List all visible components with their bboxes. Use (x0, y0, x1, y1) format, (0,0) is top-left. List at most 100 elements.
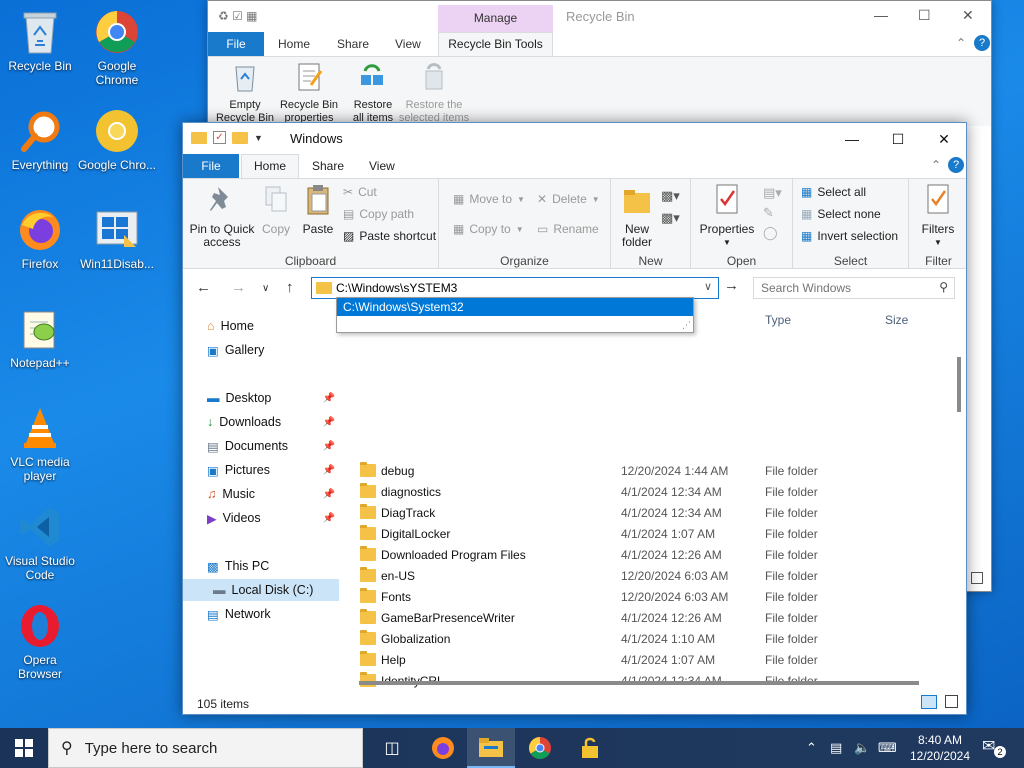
volume-muted-icon[interactable]: 🔈 (854, 740, 870, 756)
close-icon[interactable]: ✕ (962, 7, 974, 24)
move-to-button[interactable]: ▦ Move to ▼ (453, 189, 525, 209)
search-box[interactable]: ⚲ (753, 277, 955, 299)
desktop-icon-win11disab[interactable]: Win11Disab... (77, 206, 157, 271)
manage-context-tab[interactable]: Manage (438, 5, 553, 32)
resize-grip-icon[interactable]: ⋰ (682, 320, 691, 331)
recycle-bin-properties-button[interactable]: Recycle Bin properties (276, 61, 342, 125)
go-arrow-icon[interactable]: → (724, 277, 739, 294)
vertical-scrollbar[interactable] (957, 357, 961, 412)
tab-home[interactable]: Home (241, 154, 300, 179)
pin-icon[interactable]: 📌 (323, 441, 335, 452)
pin-to-quick-access-button[interactable]: Pin to Quick access (187, 183, 257, 249)
copy-to-button[interactable]: ▦ Copy to ▼ (453, 219, 524, 239)
column-header-type[interactable]: Type (765, 313, 791, 327)
tab-recycle-bin-tools[interactable]: Recycle Bin Tools (438, 32, 553, 57)
help-icon[interactable]: ? (948, 157, 964, 173)
copy-path-button[interactable]: ▤ Copy path (343, 204, 414, 224)
filters-button[interactable]: Filters ▼ (915, 183, 961, 249)
recent-locations-icon[interactable]: ∨ (262, 283, 269, 294)
new-item-icons[interactable]: ▩▾ ▩▾ (661, 185, 680, 229)
keyboard-layout-icon[interactable]: ⌨ (878, 740, 897, 756)
delete-button[interactable]: ✕ Delete ▼ (537, 189, 600, 209)
maximize-icon[interactable]: ☐ (918, 7, 931, 24)
rename-button[interactable]: ▭ Rename (537, 219, 599, 239)
table-row[interactable]: Downloaded Program Files 4/1/2024 12:26 A… (360, 544, 950, 565)
task-view-button[interactable]: ◫ (368, 728, 416, 768)
explorer-window[interactable]: ✓ ▼ Windows — ☐ ✕ File Home Share View ⌃… (182, 122, 967, 715)
nav-item-pictures[interactable]: ▣ Pictures 📌 (183, 459, 339, 481)
table-row[interactable]: diagnostics 4/1/2024 12:34 AM File folder (360, 481, 950, 502)
desktop-icon-firefox[interactable]: Firefox (0, 206, 80, 271)
address-dropdown-icon[interactable]: ∨ (704, 280, 712, 293)
tab-view[interactable]: View (395, 37, 421, 51)
nav-item-documents[interactable]: ▤ Documents 📌 (183, 435, 339, 457)
taskbar-app-lock[interactable] (566, 728, 614, 768)
restore-all-items-button[interactable]: Restore all items (348, 61, 398, 125)
properties-qat-icon[interactable]: ✓ (213, 131, 226, 144)
nav-item-videos[interactable]: ▶ Videos 📌 (183, 507, 339, 529)
tab-share[interactable]: Share (337, 37, 369, 51)
paste-shortcut-button[interactable]: ▨ Paste shortcut (343, 226, 436, 246)
pin-icon[interactable]: 📌 (323, 489, 335, 500)
empty-recycle-bin-button[interactable]: Empty Recycle Bin (214, 61, 276, 125)
address-autocomplete[interactable]: C:\Windows\System32 ⋰ (336, 297, 694, 333)
details-view-icon[interactable] (921, 695, 937, 709)
restore-selected-items-button[interactable]: Restore the selected items (398, 61, 470, 125)
taskbar-chrome[interactable] (516, 728, 564, 768)
maximize-icon[interactable]: ☐ (875, 127, 921, 151)
minimize-icon[interactable]: — (874, 7, 888, 23)
desktop-icon-opera[interactable]: Opera Browser (0, 602, 80, 681)
nav-item-local-disk[interactable]: ▬ Local Disk (C:) (183, 579, 339, 601)
explorer-titlebar[interactable]: ✓ ▼ Windows — ☐ ✕ (183, 123, 966, 154)
notifications-button[interactable]: ✉ 2 (982, 736, 1008, 760)
desktop-icon-notepadpp[interactable]: Notepad++ (0, 305, 80, 370)
select-all-button[interactable]: ▦ Select all (801, 182, 866, 202)
clock[interactable]: 8:40 AM 12/20/2024 (902, 732, 978, 764)
properties-button[interactable]: Properties ▼ (697, 183, 757, 249)
autocomplete-item[interactable]: C:\Windows\System32 (337, 298, 693, 316)
table-row[interactable]: Globalization 4/1/2024 1:10 AM File folder (360, 628, 950, 649)
table-row[interactable]: debug 12/20/2024 1:44 AM File folder (360, 460, 950, 481)
collapse-ribbon-icon[interactable]: ⌃ (956, 36, 966, 50)
desktop-icon-vscode[interactable]: Visual Studio Code (0, 503, 80, 582)
table-row[interactable]: GameBarPresenceWriter 4/1/2024 12:26 AM Fi… (360, 607, 950, 628)
nav-item-home[interactable]: ⌂ Home (183, 315, 339, 337)
copy-button[interactable]: Copy (257, 183, 295, 236)
desktop-icon-everything[interactable]: Everything (0, 107, 80, 172)
desktop-icon-vlc[interactable]: VLC media player (0, 404, 80, 483)
horizontal-scrollbar[interactable] (359, 681, 919, 685)
show-hidden-icons-chevron-icon[interactable]: ⌃ (806, 740, 817, 756)
nav-item-this-pc[interactable]: ▩ This PC (183, 555, 339, 577)
collapse-ribbon-icon[interactable]: ⌃ (931, 158, 941, 172)
taskbar-search[interactable]: ⚲ Type here to search (48, 728, 363, 768)
open-edit-history-icons[interactable]: ▤▾ ✎ ◯ (763, 183, 782, 243)
desktop-icon-chrome[interactable]: Google Chrome (77, 8, 157, 87)
taskbar-firefox[interactable] (419, 728, 467, 768)
recycle-bin-titlebar[interactable]: ♻ ☑ ▦ Manage Recycle Bin — ☐ ✕ (208, 1, 991, 32)
nav-item-downloads[interactable]: ↓ Downloads 📌 (183, 411, 339, 433)
table-row[interactable]: en-US 12/20/2024 6:03 AM File folder (360, 565, 950, 586)
new-folder-qat-icon[interactable] (232, 131, 248, 144)
desktop-icon-recycle-bin[interactable]: Recycle Bin (0, 8, 80, 73)
table-row[interactable]: Fonts 12/20/2024 6:03 AM File folder (360, 586, 950, 607)
nav-item-network[interactable]: ▤ Network (183, 603, 339, 625)
minimize-icon[interactable]: — (829, 127, 875, 151)
pin-icon[interactable]: 📌 (323, 465, 335, 476)
forward-arrow-icon[interactable]: → (231, 279, 246, 296)
address-input[interactable] (336, 279, 696, 297)
column-header-size[interactable]: Size (885, 313, 908, 327)
help-icon[interactable]: ? (974, 35, 990, 51)
desktop-icon-chrome-2[interactable]: Google Chro... (77, 107, 157, 172)
new-folder-button[interactable]: New folder (615, 183, 659, 249)
table-row[interactable]: DiagTrack 4/1/2024 12:34 AM File folder (360, 502, 950, 523)
search-input[interactable] (761, 279, 931, 297)
tab-file[interactable]: File (208, 32, 264, 56)
select-none-button[interactable]: ▦ Select none (801, 204, 881, 224)
tab-share[interactable]: Share (312, 159, 344, 173)
pin-icon[interactable]: 📌 (323, 513, 335, 524)
close-icon[interactable]: ✕ (921, 127, 966, 151)
table-row[interactable]: Help 4/1/2024 1:07 AM File folder (360, 649, 950, 670)
back-arrow-icon[interactable]: ← (196, 279, 211, 296)
nav-item-gallery[interactable]: ▣ Gallery (183, 339, 339, 361)
nav-item-desktop[interactable]: ▬ Desktop 📌 (183, 387, 339, 409)
